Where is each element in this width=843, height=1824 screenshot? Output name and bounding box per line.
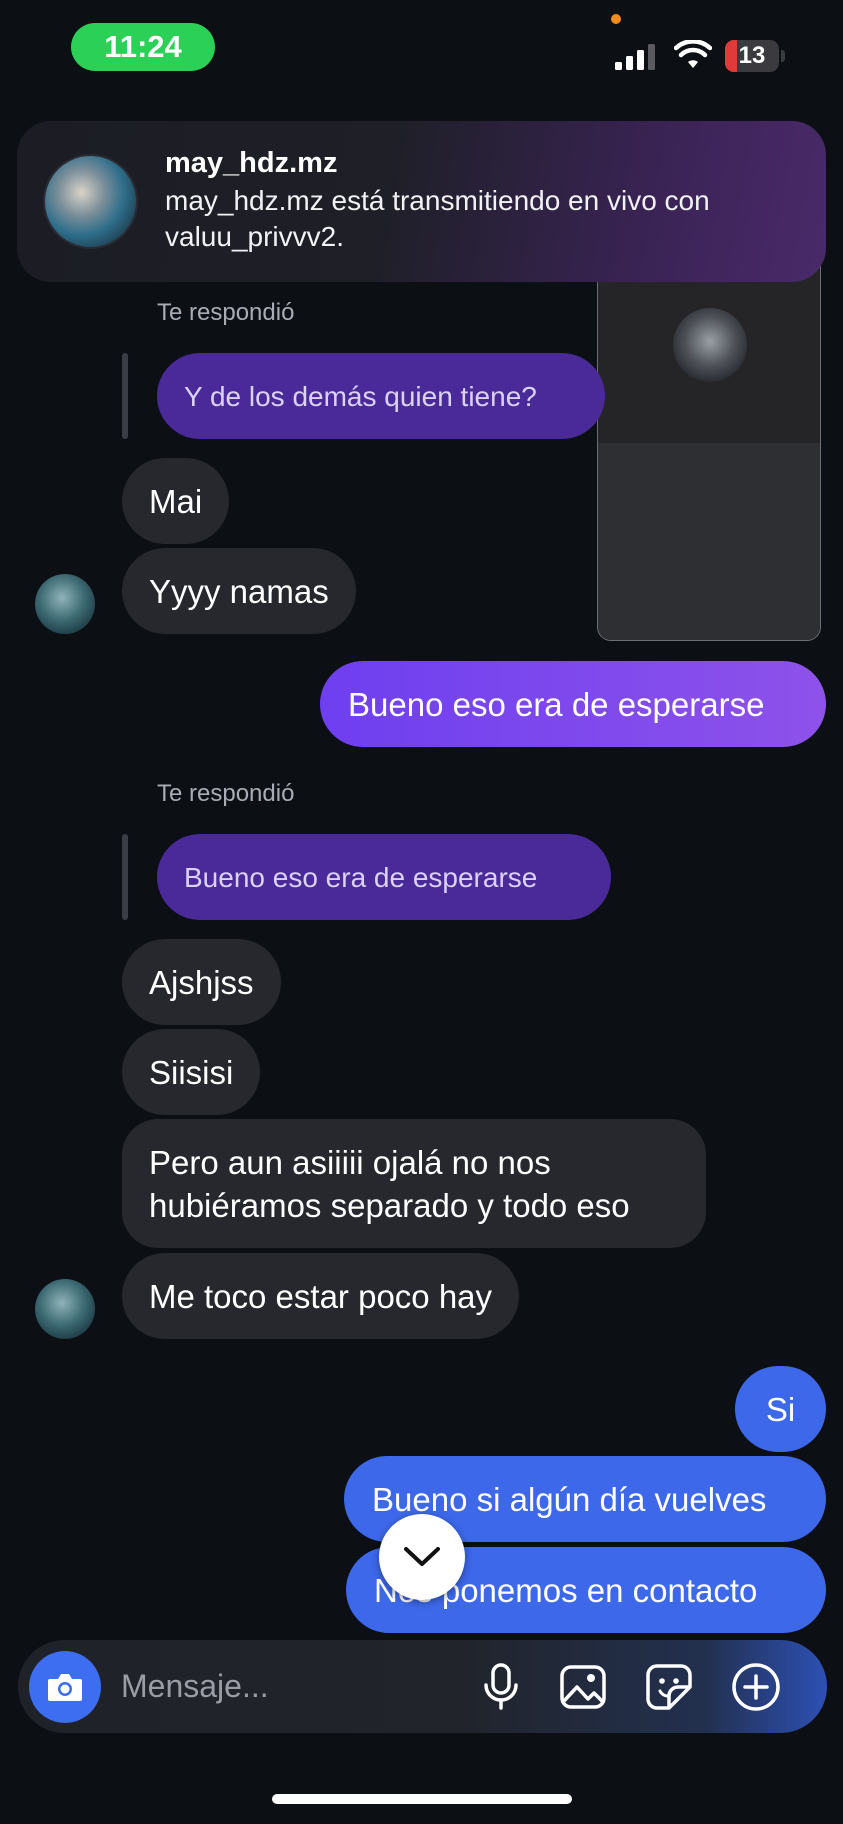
reply-label: Te respondió [157,780,295,807]
reply-label: Te respondió [157,299,295,326]
quote-bar [122,834,128,920]
camera-button[interactable] [29,1651,101,1723]
live-stream-preview[interactable] [597,245,821,641]
cellular-signal-icon [615,44,655,70]
battery-indicator: 13 [725,40,779,72]
sticker-button[interactable] [644,1662,694,1712]
live-video-bottom [598,443,820,640]
notification-title: may_hdz.mz [165,147,338,179]
microphone-icon [484,1663,518,1710]
live-participant-avatar [673,308,747,382]
gallery-button[interactable] [558,1662,608,1712]
home-indicator[interactable] [272,1794,572,1804]
contact-avatar[interactable] [35,1279,95,1339]
battery-level: 13 [738,42,766,69]
live-notification-banner[interactable]: may_hdz.mz may_hdz.mz está transmitiendo… [17,121,826,282]
sticker-icon [646,1664,692,1710]
notification-avatar [43,154,138,249]
outgoing-message[interactable]: Si [735,1366,826,1452]
more-button[interactable] [731,1662,781,1712]
message-input[interactable] [121,1658,461,1714]
quoted-message[interactable]: Bueno eso era de esperarse [157,834,611,920]
incoming-message[interactable]: Mai [122,458,230,544]
message-composer [18,1640,827,1733]
chevron-down-icon [404,1547,440,1566]
incoming-message[interactable]: Ajshjss [122,939,281,1025]
quote-bar [122,353,128,439]
incoming-message[interactable]: Siisisi [122,1029,261,1115]
wifi-icon [674,40,712,68]
incoming-message[interactable]: Me toco estar poco hay [122,1253,520,1339]
scroll-to-bottom-button[interactable] [379,1514,465,1600]
dm-screen: 11:24 13 Te respondió Y de los demás qui… [0,0,843,1824]
notification-text: may_hdz.mz está transmitiendo en vivo co… [165,185,710,252]
quoted-message[interactable]: Y de los demás quien tiene? [157,353,605,439]
outgoing-message[interactable]: Bueno eso era de esperarse [320,661,826,747]
camera-icon [48,1674,82,1701]
status-time: 11:24 [71,23,215,71]
incoming-message[interactable]: Yyyy namas [122,548,356,634]
image-icon [560,1665,606,1709]
privacy-indicator-dot [611,14,621,24]
microphone-button[interactable] [476,1662,526,1712]
contact-avatar[interactable] [35,574,95,634]
incoming-message[interactable]: Pero aun asiiiii ojalá no nos hubiéramos… [122,1119,706,1248]
plus-circle-icon [732,1663,780,1711]
